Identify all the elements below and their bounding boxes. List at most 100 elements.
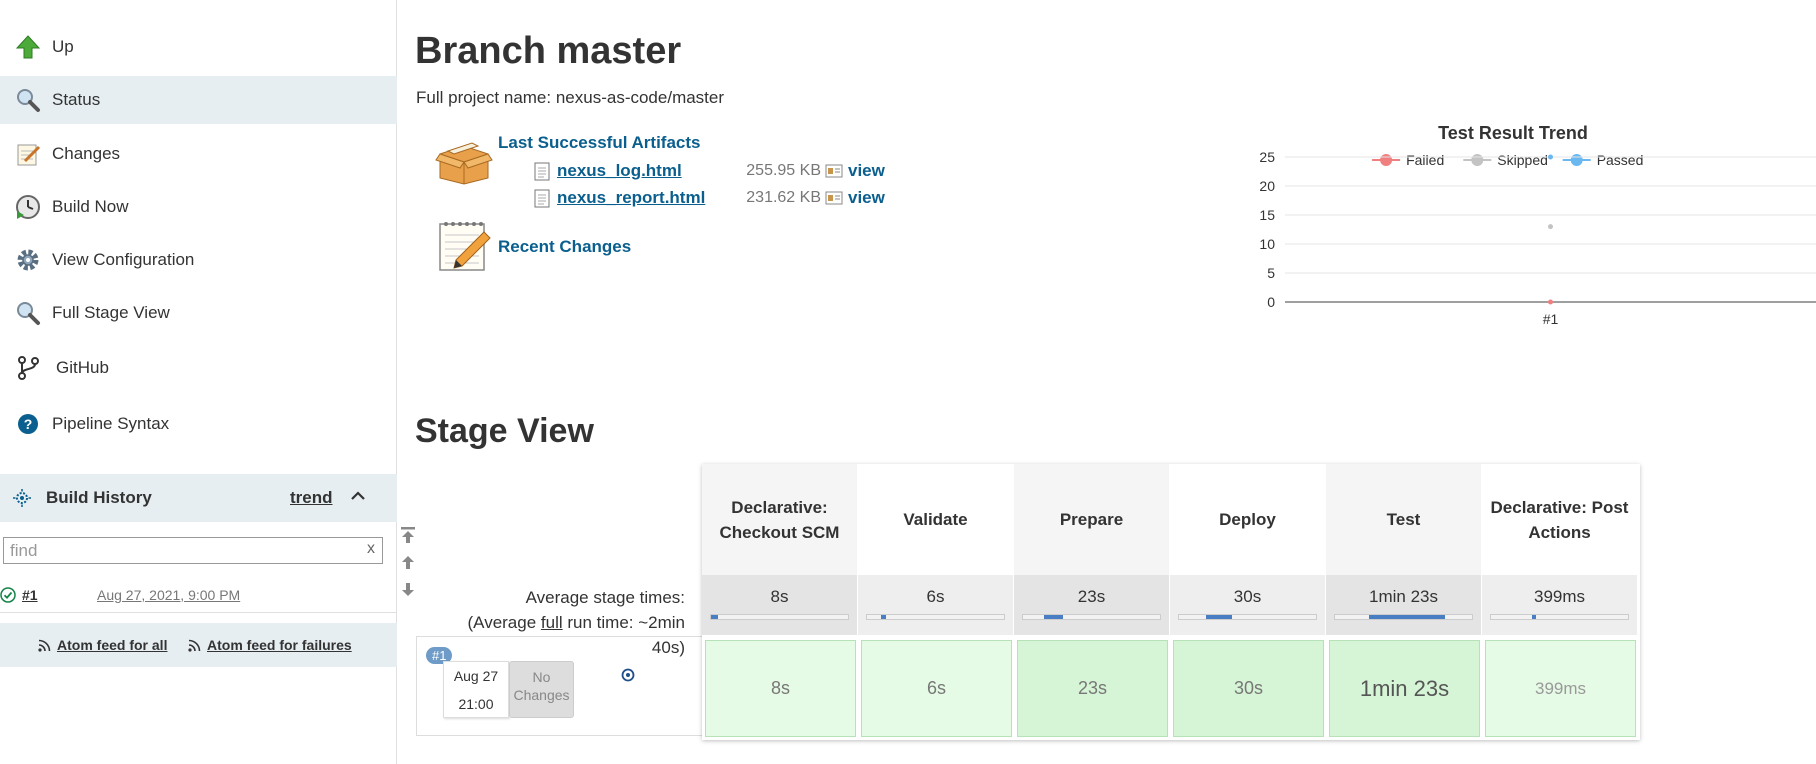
- stage-run-cell[interactable]: 23s: [1017, 640, 1168, 737]
- stage-header: Declarative: Post Actions: [1482, 464, 1638, 575]
- stage-table: Declarative: Checkout SCM Validate Prepa…: [702, 464, 1640, 740]
- stage-progress-fill: [1206, 615, 1233, 619]
- chart-title: Test Result Trend: [1438, 123, 1588, 143]
- run-info-icon[interactable]: [621, 668, 635, 687]
- build-search-input[interactable]: [3, 537, 383, 564]
- task-build-now[interactable]: Build Now: [0, 183, 397, 231]
- run-date: Aug 27 21:00: [443, 661, 509, 718]
- chart-point-skipped[interactable]: [1548, 224, 1553, 230]
- chart-y-tick-label: 10: [1259, 236, 1275, 252]
- build-history-title: Build History: [46, 488, 152, 507]
- full-run-time-link[interactable]: full: [541, 613, 563, 632]
- up-arrow-icon: [13, 32, 43, 62]
- scroll-up-icon[interactable]: [400, 554, 418, 576]
- stage-run-cell[interactable]: 30s: [1173, 640, 1324, 737]
- chevron-up-icon[interactable]: [350, 488, 366, 509]
- artifact-view-link[interactable]: view: [848, 161, 885, 181]
- legend-item-passed[interactable]: Passed: [1562, 152, 1644, 168]
- stage-header: Deploy: [1170, 464, 1326, 575]
- stage-average: 6s: [858, 575, 1014, 635]
- clear-search-button[interactable]: x: [367, 540, 375, 558]
- legend-item-failed[interactable]: Failed: [1372, 152, 1444, 168]
- stage-average-time: 6s: [926, 587, 945, 606]
- legend-swatch: [1570, 154, 1583, 166]
- svg-text:?: ?: [24, 416, 33, 432]
- run-changes-box[interactable]: No Changes: [509, 661, 574, 718]
- artifact-size: 231.62 KB: [746, 189, 821, 206]
- legend-item-skipped[interactable]: Skipped: [1463, 152, 1548, 168]
- task-view-configuration[interactable]: View Configuration: [0, 236, 397, 284]
- chart-y-axis: 0 5 10 15 20 25: [1259, 149, 1275, 310]
- scroll-top-icon[interactable]: [400, 526, 418, 549]
- task-up[interactable]: Up: [0, 23, 397, 71]
- magnifier-icon: [13, 298, 43, 328]
- stage-progress-bar: [1178, 614, 1317, 620]
- chart-series: [1548, 154, 1553, 305]
- atom-feed-all-label: Atom feed for all: [57, 637, 168, 653]
- stage-run-cell[interactable]: 399ms: [1485, 640, 1636, 737]
- legend-swatch: [1380, 154, 1393, 166]
- stage-average: 399ms: [1482, 575, 1638, 635]
- chart-y-tick-label: 25: [1259, 149, 1275, 165]
- gear-icon: [13, 245, 43, 275]
- feed-bar: Atom feed for all Atom feed for failures: [0, 623, 397, 667]
- stage-average-time: 23s: [1077, 587, 1106, 606]
- stage-progress-bar: [1490, 614, 1629, 620]
- task-label: Full Stage View: [52, 303, 170, 322]
- run-date-day: Aug 27: [453, 668, 499, 684]
- task-label: Up: [52, 37, 74, 56]
- legend-label: Passed: [1597, 152, 1644, 168]
- page-title: Branch master: [415, 30, 682, 72]
- chart-legend: Failed Skipped Passed: [1372, 152, 1643, 168]
- artifact-size: 255.95 KB: [746, 162, 821, 179]
- artifact-view-link[interactable]: view: [848, 188, 885, 208]
- stage-progress-fill: [880, 615, 887, 619]
- chart-point-failed[interactable]: [1548, 299, 1553, 305]
- notepad-icon: [13, 139, 43, 169]
- build-date-link[interactable]: Aug 27, 2021, 9:00 PM: [97, 587, 240, 603]
- chart-point-passed[interactable]: [1548, 154, 1553, 160]
- stage-progress-fill: [1532, 615, 1537, 619]
- file-icon: [534, 189, 550, 208]
- task-github[interactable]: GitHub: [0, 344, 397, 392]
- package-box-icon: [434, 138, 494, 191]
- run-date-time: 21:00: [458, 696, 494, 712]
- full-project-name: Full project name: nexus-as-code/master: [416, 88, 725, 107]
- task-full-stage-view[interactable]: Full Stage View: [0, 289, 397, 337]
- stage-run-cell[interactable]: 1min 23s: [1329, 640, 1480, 737]
- recent-changes-link[interactable]: Recent Changes: [498, 237, 631, 257]
- task-pipeline-syntax[interactable]: ? Pipeline Syntax: [0, 400, 397, 448]
- artifact-file-link[interactable]: nexus_log.html: [557, 161, 682, 181]
- legend-label: Skipped: [1497, 152, 1548, 168]
- task-label: Pipeline Syntax: [52, 414, 170, 433]
- atom-feed-failures-label: Atom feed for failures: [207, 637, 352, 653]
- stage-average-time: 30s: [1233, 587, 1262, 606]
- stage-average-time: 1min 23s: [1369, 587, 1438, 606]
- build-row[interactable]: #1 Aug 27, 2021, 9:00 PM: [0, 577, 397, 613]
- chart-x-tick-label: #1: [1543, 311, 1559, 327]
- chart-y-tick-label: 0: [1267, 294, 1275, 310]
- task-status[interactable]: Status: [0, 76, 397, 124]
- trend-link[interactable]: trend: [290, 488, 333, 508]
- success-check-icon: [0, 587, 16, 603]
- stage-average-time: 399ms: [1533, 587, 1586, 606]
- avg-label-line: Average stage times:: [525, 588, 685, 607]
- avg-label-text: (Average: [467, 613, 541, 632]
- last-successful-artifacts-link[interactable]: Last Successful Artifacts: [498, 133, 701, 153]
- view-file-icon: [825, 191, 843, 205]
- build-number-link[interactable]: #1: [22, 587, 38, 603]
- avg-label-line: (Average full run time: ~2min: [415, 610, 686, 635]
- atom-feed-all-link[interactable]: Atom feed for all: [38, 637, 167, 653]
- task-changes[interactable]: Changes: [0, 130, 397, 178]
- view-file-icon: [825, 164, 843, 178]
- chart-y-tick-label: 20: [1259, 178, 1275, 194]
- stage-average: 23s: [1014, 575, 1170, 635]
- chart-y-tick-label: 15: [1259, 207, 1275, 223]
- notepad-pencil-icon: [436, 218, 494, 279]
- artifact-file-link[interactable]: nexus_report.html: [557, 188, 705, 208]
- stage-run-cell[interactable]: 6s: [861, 640, 1012, 737]
- legend-label: Failed: [1406, 152, 1444, 168]
- atom-feed-failures-link[interactable]: Atom feed for failures: [188, 637, 352, 653]
- sidebar: Up Status Changes Build Now View Configu…: [0, 0, 397, 764]
- stage-run-cell[interactable]: 8s: [705, 640, 856, 737]
